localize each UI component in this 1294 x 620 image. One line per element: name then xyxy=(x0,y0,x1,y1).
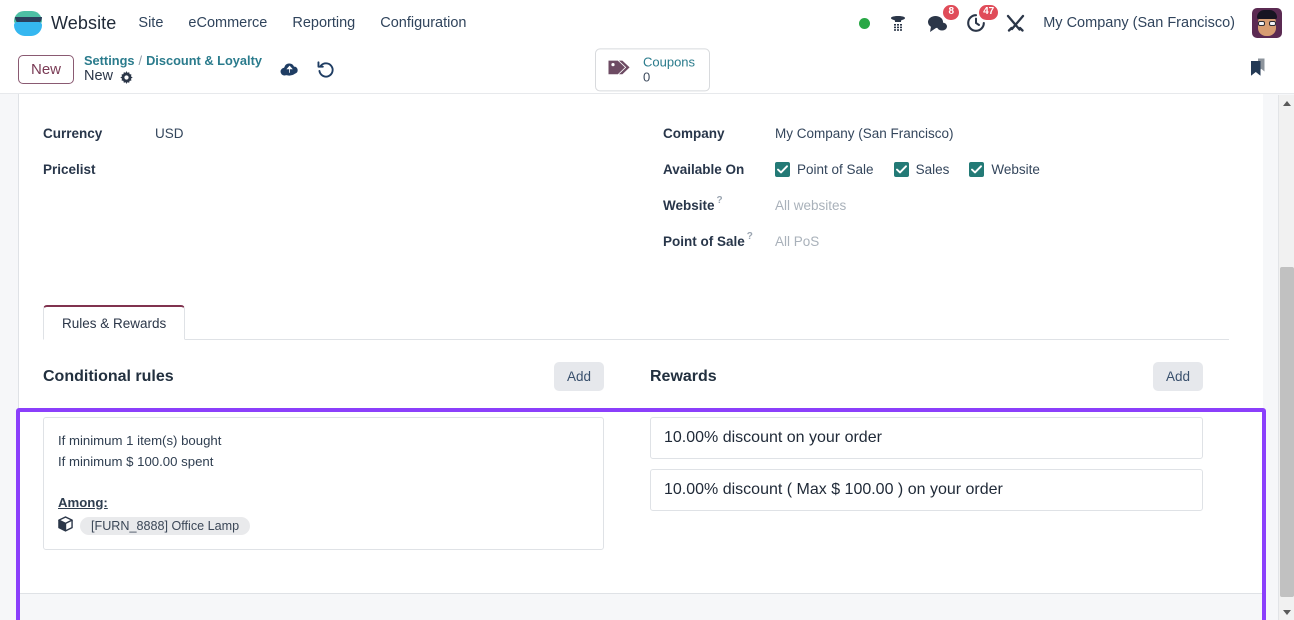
rule-card[interactable]: If minimum 1 item(s) bought If minimum $… xyxy=(43,417,604,550)
form-column-right: Company My Company (San Francisco) Avail… xyxy=(663,118,1223,262)
breadcrumb-separator: / xyxy=(138,52,143,68)
field-currency: Currency USD xyxy=(43,118,663,148)
add-reward-button[interactable]: Add xyxy=(1152,362,1203,391)
rewards-section: Rewards Add 10.00% discount on your orde… xyxy=(636,362,1229,550)
vertical-scrollbar[interactable] xyxy=(1278,95,1294,620)
menu-item-reporting[interactable]: Reporting xyxy=(292,15,355,31)
company-switcher[interactable]: My Company (San Francisco) xyxy=(1043,15,1235,31)
notebook-panel: Conditional rules Add If minimum 1 item(… xyxy=(43,340,1229,550)
menu-item-configuration[interactable]: Configuration xyxy=(380,15,466,31)
app-name: Website xyxy=(51,12,117,33)
tools-wrench-icon[interactable] xyxy=(1004,12,1026,34)
odoo-logo-icon xyxy=(14,9,42,37)
field-label-currency: Currency xyxy=(43,125,103,141)
field-label-company: Company xyxy=(663,125,725,141)
coupons-smart-button[interactable]: Coupons 0 xyxy=(595,47,711,92)
check-icon xyxy=(893,161,909,177)
field-label-point-of-sale: Point of Sale? xyxy=(663,231,775,249)
reward-card[interactable]: 10.00% discount on your order xyxy=(650,417,1203,459)
new-record-button[interactable]: New xyxy=(18,55,75,84)
record-sheet: Currency USD Pricelist Company My Compan… xyxy=(18,94,1263,594)
product-box-icon xyxy=(58,516,73,537)
add-rule-button[interactable]: Add xyxy=(553,362,604,391)
field-pricelist: Pricelist xyxy=(43,154,663,184)
checkbox-label-sales: Sales xyxy=(915,161,950,177)
menu-item-ecommerce[interactable]: eCommerce xyxy=(188,15,267,31)
coupons-label: Coupons xyxy=(643,53,696,69)
tag-icon xyxy=(607,57,633,82)
breadcrumb-discount-loyalty[interactable]: Discount & Loyalty xyxy=(146,53,262,68)
notebook: Rules & Rewards Conditional rules Add If… xyxy=(43,304,1229,550)
field-value-website[interactable]: All websites xyxy=(775,198,846,213)
checkbox-point-of-sale[interactable]: Point of Sale xyxy=(775,161,874,177)
check-icon xyxy=(775,161,790,177)
conditional-rules-title: Conditional rules xyxy=(43,367,174,385)
rule-product-row: [FURN_8888] Office Lamp xyxy=(58,516,589,537)
field-value-company[interactable]: My Company (San Francisco) xyxy=(775,126,954,141)
form-content-area: Currency USD Pricelist Company My Compan… xyxy=(0,94,1294,620)
online-status-icon xyxy=(859,17,871,29)
checkbox-website[interactable]: Website xyxy=(969,161,1040,177)
rewards-title: Rewards xyxy=(650,367,717,385)
rule-among-label: Among: xyxy=(58,494,108,510)
navbar-systray: 8 47 My Company (San Francisco) xyxy=(859,0,1282,46)
field-website: Website? All websites xyxy=(663,190,1223,220)
field-value-currency[interactable]: USD xyxy=(155,126,184,141)
top-navbar: Website Site eCommerce Reporting Configu… xyxy=(0,0,1294,46)
brand[interactable]: Website xyxy=(14,9,116,37)
menu-item-site[interactable]: Site xyxy=(138,15,163,31)
scrollbar-thumb[interactable] xyxy=(1280,267,1294,597)
user-avatar[interactable] xyxy=(1252,8,1282,38)
form-column-left: Currency USD Pricelist xyxy=(43,118,663,262)
record-actions xyxy=(280,60,335,79)
save-cloud-icon[interactable] xyxy=(280,61,300,78)
reward-card[interactable]: 10.00% discount ( Max $ 100.00 ) on your… xyxy=(650,469,1203,511)
product-tag[interactable]: [FURN_8888] Office Lamp xyxy=(80,517,251,536)
field-label-website-text: Website xyxy=(663,197,715,213)
dialpad-icon[interactable] xyxy=(887,12,909,34)
breadcrumb: Settings / Discount & Loyalty New xyxy=(84,53,262,86)
conditional-rules-section: Conditional rules Add If minimum 1 item(… xyxy=(43,362,636,550)
messages-icon[interactable]: 8 xyxy=(926,5,960,34)
gear-icon[interactable] xyxy=(120,70,133,84)
help-icon[interactable]: ? xyxy=(747,231,753,242)
rule-line-minimum-amount: If minimum $ 100.00 spent xyxy=(58,454,214,470)
field-label-point-of-sale-text: Point of Sale xyxy=(663,233,745,249)
checkbox-label-point-of-sale: Point of Sale xyxy=(797,161,874,177)
main-menu: Site eCommerce Reporting Configuration xyxy=(138,15,466,31)
discard-undo-icon[interactable] xyxy=(316,60,335,79)
rule-line-minimum-items: If minimum 1 item(s) bought xyxy=(58,433,222,448)
field-label-website: Website? xyxy=(663,195,775,213)
notebook-tabs: Rules & Rewards xyxy=(43,304,1229,340)
help-icon[interactable]: ? xyxy=(717,195,723,206)
field-value-point-of-sale[interactable]: All PoS xyxy=(775,234,819,249)
field-available-on: Available On Point of Sale Sales Website xyxy=(663,154,1223,184)
bookmark-icon[interactable] xyxy=(1248,56,1268,83)
field-company: Company My Company (San Francisco) xyxy=(663,118,1223,148)
control-panel: New Settings / Discount & Loyalty New Co… xyxy=(0,46,1294,94)
form-fields: Currency USD Pricelist Company My Compan… xyxy=(43,118,1229,262)
checkbox-sales[interactable]: Sales xyxy=(893,161,950,177)
field-label-available-on: Available On xyxy=(663,161,745,177)
tab-rules-and-rewards[interactable]: Rules & Rewards xyxy=(43,305,186,340)
messages-badge: 8 xyxy=(943,5,960,20)
activities-clock-icon[interactable]: 47 xyxy=(965,5,999,34)
checkbox-label-website: Website xyxy=(991,161,1040,177)
field-label-pricelist: Pricelist xyxy=(43,161,96,177)
check-icon xyxy=(969,161,985,177)
record-title: New xyxy=(84,68,114,85)
coupons-count: 0 xyxy=(643,69,651,85)
scroll-up-arrow-icon[interactable] xyxy=(1279,95,1294,111)
breadcrumb-settings[interactable]: Settings xyxy=(84,53,134,68)
field-point-of-sale: Point of Sale? All PoS xyxy=(663,226,1223,256)
scroll-down-arrow-icon[interactable] xyxy=(1279,604,1294,620)
activities-badge: 47 xyxy=(979,5,999,20)
